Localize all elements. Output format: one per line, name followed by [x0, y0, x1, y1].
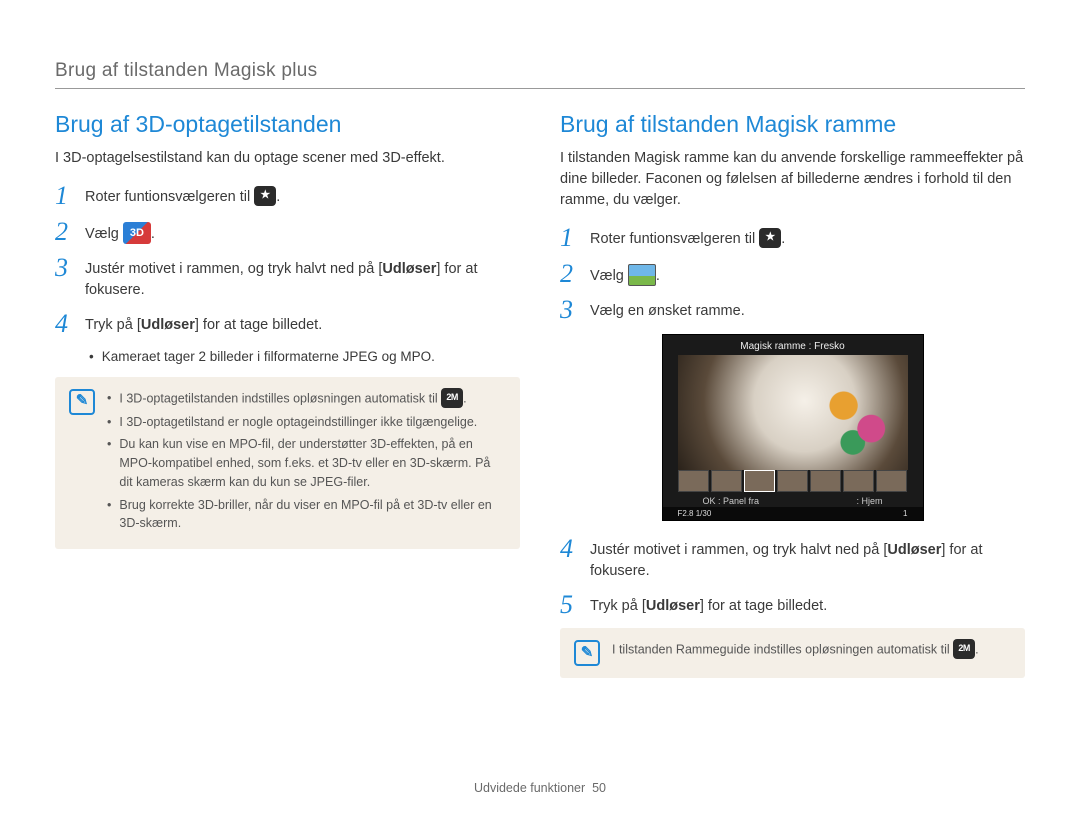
section-heading-frame: Brug af tilstanden Magisk ramme	[560, 111, 1025, 138]
info-box-3d: ✎ I 3D-optagetilstanden indstilles opløs…	[55, 377, 520, 550]
shutter-label: Udløser	[382, 261, 436, 277]
three-d-icon	[123, 222, 151, 244]
step-number: 2	[55, 219, 75, 245]
step-number: 3	[55, 255, 75, 281]
step-text: Vælg	[85, 226, 123, 242]
step-text: .	[781, 231, 785, 247]
info-text: Brug korrekte 3D-briller, når du viser e…	[119, 496, 506, 534]
info-item: I 3D-optagetilstand er nogle optageindst…	[107, 413, 506, 432]
mode-dial-icon	[254, 186, 276, 206]
step-number: 1	[560, 225, 580, 251]
info-text: .	[463, 391, 466, 405]
step-text: Tryk på [	[85, 317, 141, 333]
info-text: I 3D-optagetilstand er nogle optageindst…	[119, 413, 477, 432]
step-number: 4	[560, 536, 580, 562]
step-1: 1 Roter funtionsvælgeren til .	[560, 225, 1025, 251]
step-number: 5	[560, 592, 580, 618]
step-number: 3	[560, 297, 580, 323]
step-text: Justér motivet i rammen, og tryk halvt n…	[590, 542, 887, 558]
page-header: Brug af tilstanden Magisk plus	[55, 60, 1025, 82]
info-text: .	[975, 642, 978, 656]
thumb	[876, 470, 907, 492]
shutter-label: Udløser	[887, 542, 941, 558]
step-5: 5 Tryk på [Udløser] for at tage billedet…	[560, 592, 1025, 618]
step-text: Roter funtionsvælgeren til	[85, 189, 254, 205]
page-footer: Udvidede funktioner 50	[0, 781, 1080, 795]
resolution-icon	[441, 388, 463, 408]
thumb	[711, 470, 742, 492]
step-2: 2 Vælg .	[55, 219, 520, 245]
step-2: 2 Vælg .	[560, 261, 1025, 287]
step-4: 4 Tryk på [Udløser] for at tage billedet…	[55, 311, 520, 337]
step-3: 3 Justér motivet i rammen, og tryk halvt…	[55, 255, 520, 301]
shutter-label: Udløser	[646, 598, 700, 614]
divider	[55, 88, 1025, 89]
intro-frame: I tilstanden Magisk ramme kan du anvende…	[560, 148, 1025, 211]
camera-screenshot: Magisk ramme : Fresko OK : Panel fra : H…	[663, 335, 923, 520]
step-number: 2	[560, 261, 580, 287]
step-4: 4 Justér motivet i rammen, og tryk halvt…	[560, 536, 1025, 582]
info-text: I 3D-optagetilstanden indstilles opløsni…	[119, 391, 441, 405]
screenshot-ok-label: OK : Panel fra	[703, 496, 760, 506]
bullet-text: Kameraet tager 2 billeder i filformatern…	[102, 347, 435, 367]
step-text: ] for at tage billedet.	[700, 598, 827, 614]
screenshot-title: Magisk ramme : Fresko	[663, 341, 923, 352]
step-text: ] for at tage billedet.	[195, 317, 322, 333]
step-text: Tryk på [	[590, 598, 646, 614]
info-icon: ✎	[69, 389, 95, 415]
left-column: Brug af 3D-optagetilstanden I 3D-optagel…	[55, 111, 520, 678]
section-heading-3d: Brug af 3D-optagetilstanden	[55, 111, 520, 138]
info-item: Du kan kun vise en MPO-fil, der understø…	[107, 435, 506, 491]
mode-dial-icon	[759, 228, 781, 248]
step-3: 3 Vælg en ønsket ramme.	[560, 297, 1025, 323]
step-number: 4	[55, 311, 75, 337]
resolution-icon	[953, 639, 975, 659]
step-text: Vælg en ønsket ramme.	[590, 297, 745, 322]
step-1: 1 Roter funtionsvælgeren til .	[55, 183, 520, 209]
right-column: Brug af tilstanden Magisk ramme I tilsta…	[560, 111, 1025, 678]
step-text: .	[656, 268, 660, 284]
exposure-label: F2.8 1/30	[678, 509, 712, 518]
step-text: .	[276, 189, 280, 205]
intro-3d: I 3D-optagelsestilstand kan du optage sc…	[55, 148, 520, 169]
step-number: 1	[55, 183, 75, 209]
step-text: Roter funtionsvælgeren til	[590, 231, 759, 247]
step-text: .	[151, 226, 155, 242]
screenshot-footer: F2.8 1/30 1	[663, 507, 923, 520]
info-text: I tilstanden Rammeguide indstilles opløs…	[612, 642, 953, 656]
screenshot-home-label: : Hjem	[856, 496, 882, 506]
thumb-selected	[744, 470, 775, 492]
info-icon: ✎	[574, 640, 600, 666]
thumb	[678, 470, 709, 492]
sub-bullet: Kameraet tager 2 billeder i filformatern…	[89, 347, 520, 367]
step-text: Justér motivet i rammen, og tryk halvt n…	[85, 261, 382, 277]
thumb	[777, 470, 808, 492]
thumb	[810, 470, 841, 492]
info-text: Du kan kun vise en MPO-fil, der understø…	[119, 435, 506, 491]
step-text: Vælg	[590, 268, 628, 284]
count-label: 1	[903, 509, 907, 518]
info-item: Brug korrekte 3D-briller, når du viser e…	[107, 496, 506, 534]
footer-section: Udvidede funktioner	[474, 781, 585, 795]
footer-page: 50	[592, 781, 606, 795]
info-item: I 3D-optagetilstanden indstilles opløsni…	[107, 389, 506, 409]
screenshot-thumbs	[678, 470, 908, 492]
info-box-frame: ✎ I tilstanden Rammeguide indstilles opl…	[560, 628, 1025, 678]
magic-frame-icon	[628, 264, 656, 286]
thumb	[843, 470, 874, 492]
shutter-label: Udløser	[141, 317, 195, 333]
screenshot-preview	[678, 355, 908, 470]
